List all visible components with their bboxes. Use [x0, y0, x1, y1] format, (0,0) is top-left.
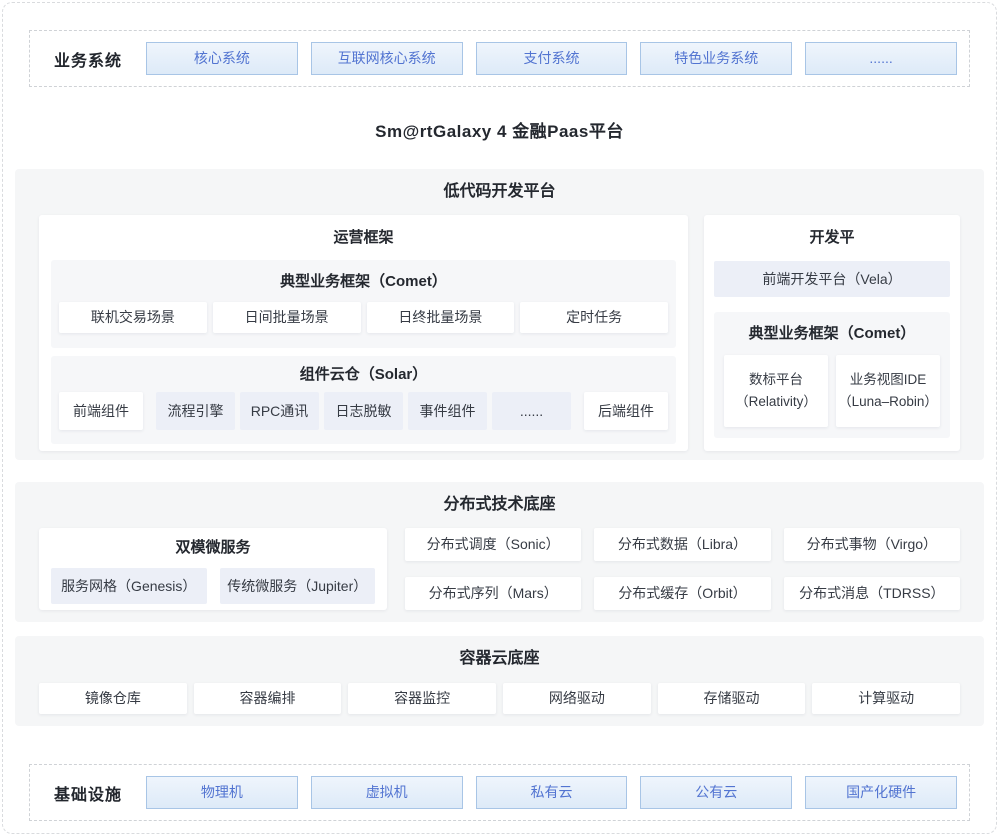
infra-item-private-cloud: 私有云	[476, 776, 628, 809]
comet-framework-panel: 典型业务框架（Comet） 联机交易场景 日间批量场景 日终批量场景 定时任务	[51, 260, 676, 348]
luna-robin-ide-item: 业务视图IDE （Luna–Robin）	[836, 355, 940, 427]
dual-microservices-title: 双模微服务	[51, 538, 375, 558]
infrastructure-items: 物理机 虚拟机 私有云 公有云 国产化硬件	[146, 776, 957, 809]
container-items-row: 镜像仓库 容器编排 容器监控 网络驱动 存储驱动 计算驱动	[39, 683, 960, 714]
dist-capability-item: 分布式数据（Libra）	[594, 528, 770, 561]
solar-backend-item: 后端组件	[584, 392, 668, 430]
luna-robin-name: 业务视图IDE	[836, 369, 940, 391]
container-capability-item: 网络驱动	[503, 683, 651, 714]
container-cloud-title: 容器云底座	[39, 649, 960, 669]
container-capability-item: 容器编排	[194, 683, 342, 714]
genesis-service-mesh-item: 服务网格（Genesis）	[51, 568, 207, 604]
solar-warehouse-title: 组件云仓（Solar）	[59, 365, 668, 385]
container-cloud-section: 容器云底座 镜像仓库 容器编排 容器监控 网络驱动 存储驱动 计算驱动	[15, 636, 984, 726]
lowcode-content: 运营框架 典型业务框架（Comet） 联机交易场景 日间批量场景 日终批量场景 …	[39, 215, 960, 451]
comet-scene-item: 定时任务	[520, 302, 668, 333]
solar-component-item: RPC通讯	[240, 392, 319, 430]
business-system-item-internet-core: 互联网核心系统	[311, 42, 463, 75]
solar-warehouse-panel: 组件云仓（Solar） 前端组件 流程引擎 RPC通讯 日志脱敏 事件组件 ..…	[51, 356, 676, 444]
business-systems-label: 业务系统	[42, 47, 146, 71]
solar-items-row: 前端组件 流程引擎 RPC通讯 日志脱敏 事件组件 ...... 后端组件	[59, 392, 668, 430]
relativity-platform-item: 数标平台 （Relativity）	[724, 355, 828, 427]
dev-comet-title: 典型业务框架（Comet）	[724, 324, 940, 344]
dist-capability-item: 分布式序列（Mars）	[405, 577, 581, 610]
platform-title: Sm@rtGalaxy 4 金融Paas平台	[15, 117, 984, 142]
infrastructure-box: 基础设施 物理机 虚拟机 私有云 公有云 国产化硬件	[29, 764, 970, 821]
operation-framework-panel: 运营框架 典型业务框架（Comet） 联机交易场景 日间批量场景 日终批量场景 …	[39, 215, 688, 451]
business-system-item-more: ......	[805, 42, 957, 75]
dist-capability-item: 分布式缓存（Orbit）	[594, 577, 770, 610]
dual-microservices-panel: 双模微服务 服务网格（Genesis） 传统微服务（Jupiter）	[39, 528, 387, 610]
infra-item-physical: 物理机	[146, 776, 298, 809]
comet-framework-title: 典型业务框架（Comet）	[59, 272, 668, 292]
dev-platform-title: 开发平	[714, 228, 950, 248]
dev-platform-panel: 开发平 前端开发平台（Vela） 典型业务框架（Comet） 数标平台 （Rel…	[704, 215, 960, 451]
microservices-items: 服务网格（Genesis） 传统微服务（Jupiter）	[51, 568, 375, 604]
comet-items-row: 联机交易场景 日间批量场景 日终批量场景 定时任务	[59, 302, 668, 333]
container-capability-item: 容器监控	[348, 683, 496, 714]
distributed-base-section: 分布式技术底座 双模微服务 服务网格（Genesis） 传统微服务（Jupite…	[15, 482, 984, 622]
business-systems-box: 业务系统 核心系统 互联网核心系统 支付系统 特色业务系统 ......	[29, 30, 970, 87]
business-system-item-core: 核心系统	[146, 42, 298, 75]
lowcode-platform-title: 低代码开发平台	[39, 182, 960, 202]
distributed-content: 双模微服务 服务网格（Genesis） 传统微服务（Jupiter） 分布式调度…	[39, 528, 960, 610]
dev-comet-panel: 典型业务框架（Comet） 数标平台 （Relativity） 业务视图IDE …	[714, 312, 950, 438]
diagram-frame: 业务系统 核心系统 互联网核心系统 支付系统 特色业务系统 ...... Sm@…	[2, 2, 997, 834]
dist-capability-item: 分布式调度（Sonic）	[405, 528, 581, 561]
distributed-capabilities-grid: 分布式调度（Sonic） 分布式数据（Libra） 分布式事物（Virgo） 分…	[405, 528, 960, 610]
comet-scene-item: 日间批量场景	[213, 302, 361, 333]
vela-frontend-platform-item: 前端开发平台（Vela）	[714, 261, 950, 297]
infra-item-public-cloud: 公有云	[640, 776, 792, 809]
luna-robin-code: （Luna–Robin）	[836, 391, 940, 413]
lowcode-platform-section: 低代码开发平台 运营框架 典型业务框架（Comet） 联机交易场景 日间批量场景…	[15, 169, 984, 460]
business-system-item-special: 特色业务系统	[640, 42, 792, 75]
solar-component-item: 流程引擎	[156, 392, 235, 430]
dev-comet-items: 数标平台 （Relativity） 业务视图IDE （Luna–Robin）	[724, 355, 940, 427]
infra-item-domestic-hw: 国产化硬件	[805, 776, 957, 809]
dist-capability-item: 分布式消息（TDRSS）	[784, 577, 960, 610]
solar-component-item-more: ......	[492, 392, 571, 430]
business-system-item-payment: 支付系统	[476, 42, 628, 75]
comet-scene-item: 日终批量场景	[367, 302, 515, 333]
solar-frontend-item: 前端组件	[59, 392, 143, 430]
relativity-code: （Relativity）	[724, 391, 828, 413]
distributed-base-title: 分布式技术底座	[39, 495, 960, 515]
container-capability-item: 镜像仓库	[39, 683, 187, 714]
solar-component-item: 日志脱敏	[324, 392, 403, 430]
container-capability-item: 计算驱动	[812, 683, 960, 714]
container-capability-item: 存储驱动	[658, 683, 806, 714]
jupiter-microservice-item: 传统微服务（Jupiter）	[220, 568, 376, 604]
relativity-name: 数标平台	[724, 369, 828, 391]
dist-capability-item: 分布式事物（Virgo）	[784, 528, 960, 561]
infra-item-vm: 虚拟机	[311, 776, 463, 809]
solar-component-item: 事件组件	[408, 392, 487, 430]
business-systems-items: 核心系统 互联网核心系统 支付系统 特色业务系统 ......	[146, 42, 957, 75]
infrastructure-label: 基础设施	[42, 781, 146, 805]
operation-framework-title: 运营框架	[51, 228, 676, 248]
comet-scene-item: 联机交易场景	[59, 302, 207, 333]
